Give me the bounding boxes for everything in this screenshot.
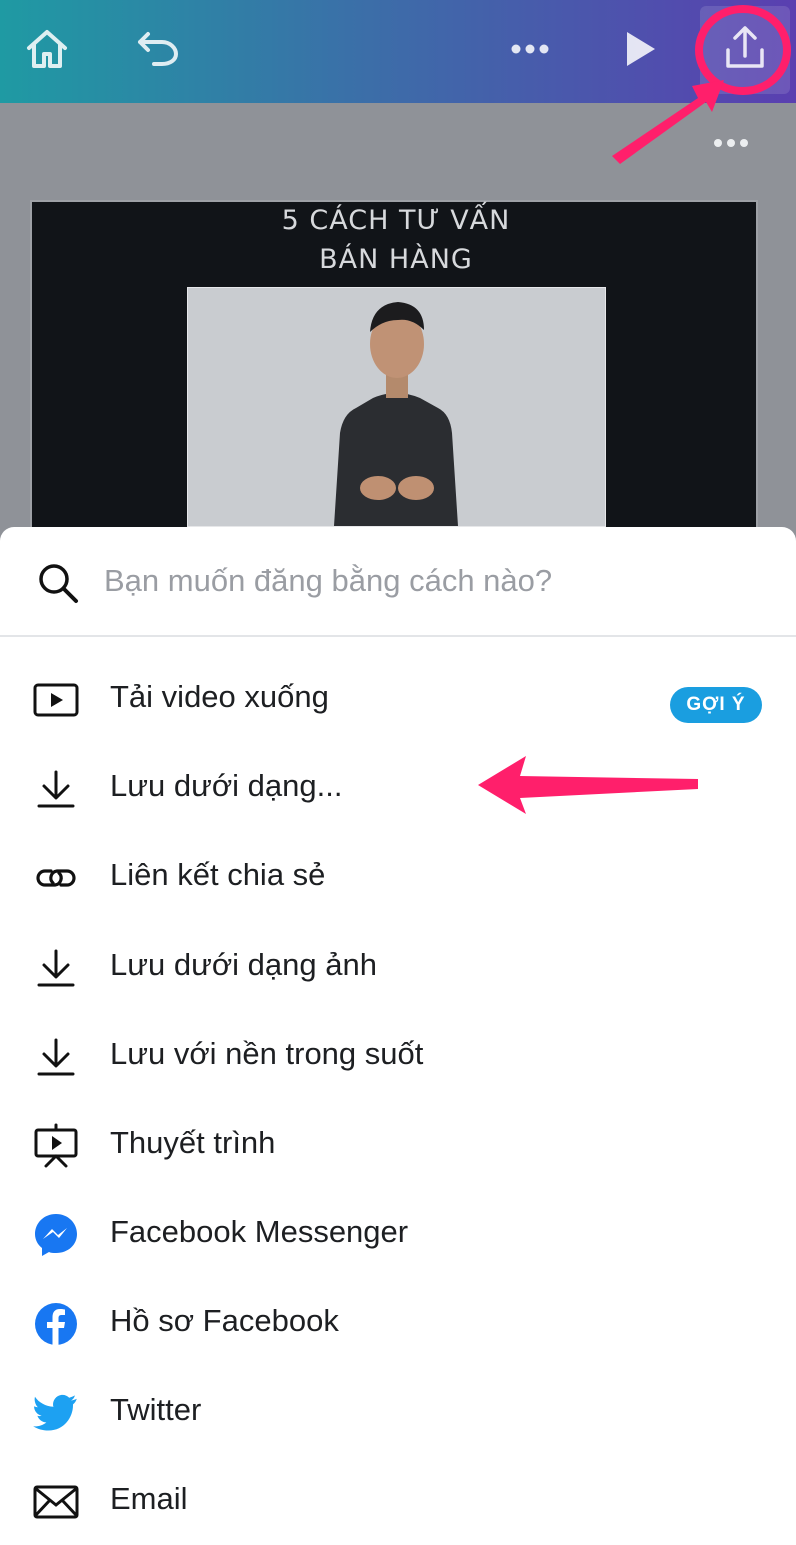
menu-item-label: Hồ sơ Facebook xyxy=(110,1303,339,1338)
menu-item-label: Twitter xyxy=(110,1392,202,1427)
menu-item-email[interactable]: Email xyxy=(0,1459,796,1545)
search-input[interactable] xyxy=(102,555,746,607)
presentation-icon xyxy=(32,1123,80,1169)
menu-item-save-transparent[interactable]: Lưu với nền trong suốt xyxy=(0,1014,796,1100)
menu-item-save-as-image[interactable]: Lưu dưới dạng ảnh xyxy=(0,925,796,1011)
menu-item-facebook-messenger[interactable]: Facebook Messenger xyxy=(0,1192,796,1278)
more-horizontal-icon[interactable] xyxy=(503,22,557,76)
download-icon xyxy=(32,766,80,812)
video-download-icon xyxy=(32,677,80,723)
slide-title-line-1: 5 CÁCH TƯ VẤN xyxy=(281,205,511,236)
download-icon xyxy=(32,1034,80,1080)
share-sheet: Tải video xuống GỢI Ý Lưu dưới dạng... L… xyxy=(0,527,796,1536)
annotation-arrow-share xyxy=(612,5,791,164)
menu-item-label: Tải video xuống xyxy=(110,679,329,714)
menu-item-present[interactable]: Thuyết trình xyxy=(0,1103,796,1189)
facebook-icon xyxy=(32,1301,80,1347)
menu-item-label: Lưu với nền trong suốt xyxy=(110,1036,424,1071)
email-icon xyxy=(32,1479,80,1525)
suggested-badge: GỢI Ý xyxy=(670,687,762,723)
home-icon[interactable] xyxy=(20,22,74,76)
menu-item-twitter[interactable]: Twitter xyxy=(0,1370,796,1456)
search-icon xyxy=(36,561,80,610)
link-icon xyxy=(32,855,80,901)
menu-item-facebook-profile[interactable]: Hồ sơ Facebook xyxy=(0,1281,796,1367)
search-bar xyxy=(0,527,796,637)
menu-item-label: Liên kết chia sẻ xyxy=(110,857,326,892)
menu-item-label: Thuyết trình xyxy=(110,1125,276,1160)
design-slide[interactable]: 5 CÁCH TƯ VẤN BÁN HÀNG xyxy=(30,200,758,540)
menu-item-share-link[interactable]: Liên kết chia sẻ xyxy=(0,835,796,921)
menu-item-download-video[interactable]: Tải video xuống GỢI Ý xyxy=(0,657,796,743)
menu-item-label: Email xyxy=(110,1481,188,1516)
download-icon xyxy=(32,945,80,991)
slide-title-line-2: BÁN HÀNG xyxy=(319,244,473,275)
menu-item-label: Lưu dưới dạng ảnh xyxy=(110,947,377,982)
messenger-icon xyxy=(32,1212,80,1258)
menu-item-label: Facebook Messenger xyxy=(110,1214,409,1249)
presenter-video-thumbnail xyxy=(187,287,606,527)
undo-icon[interactable] xyxy=(130,22,184,76)
twitter-icon xyxy=(32,1390,80,1436)
menu-item-label: Lưu dưới dạng... xyxy=(110,768,343,803)
annotation-arrow-save-as xyxy=(478,756,698,814)
